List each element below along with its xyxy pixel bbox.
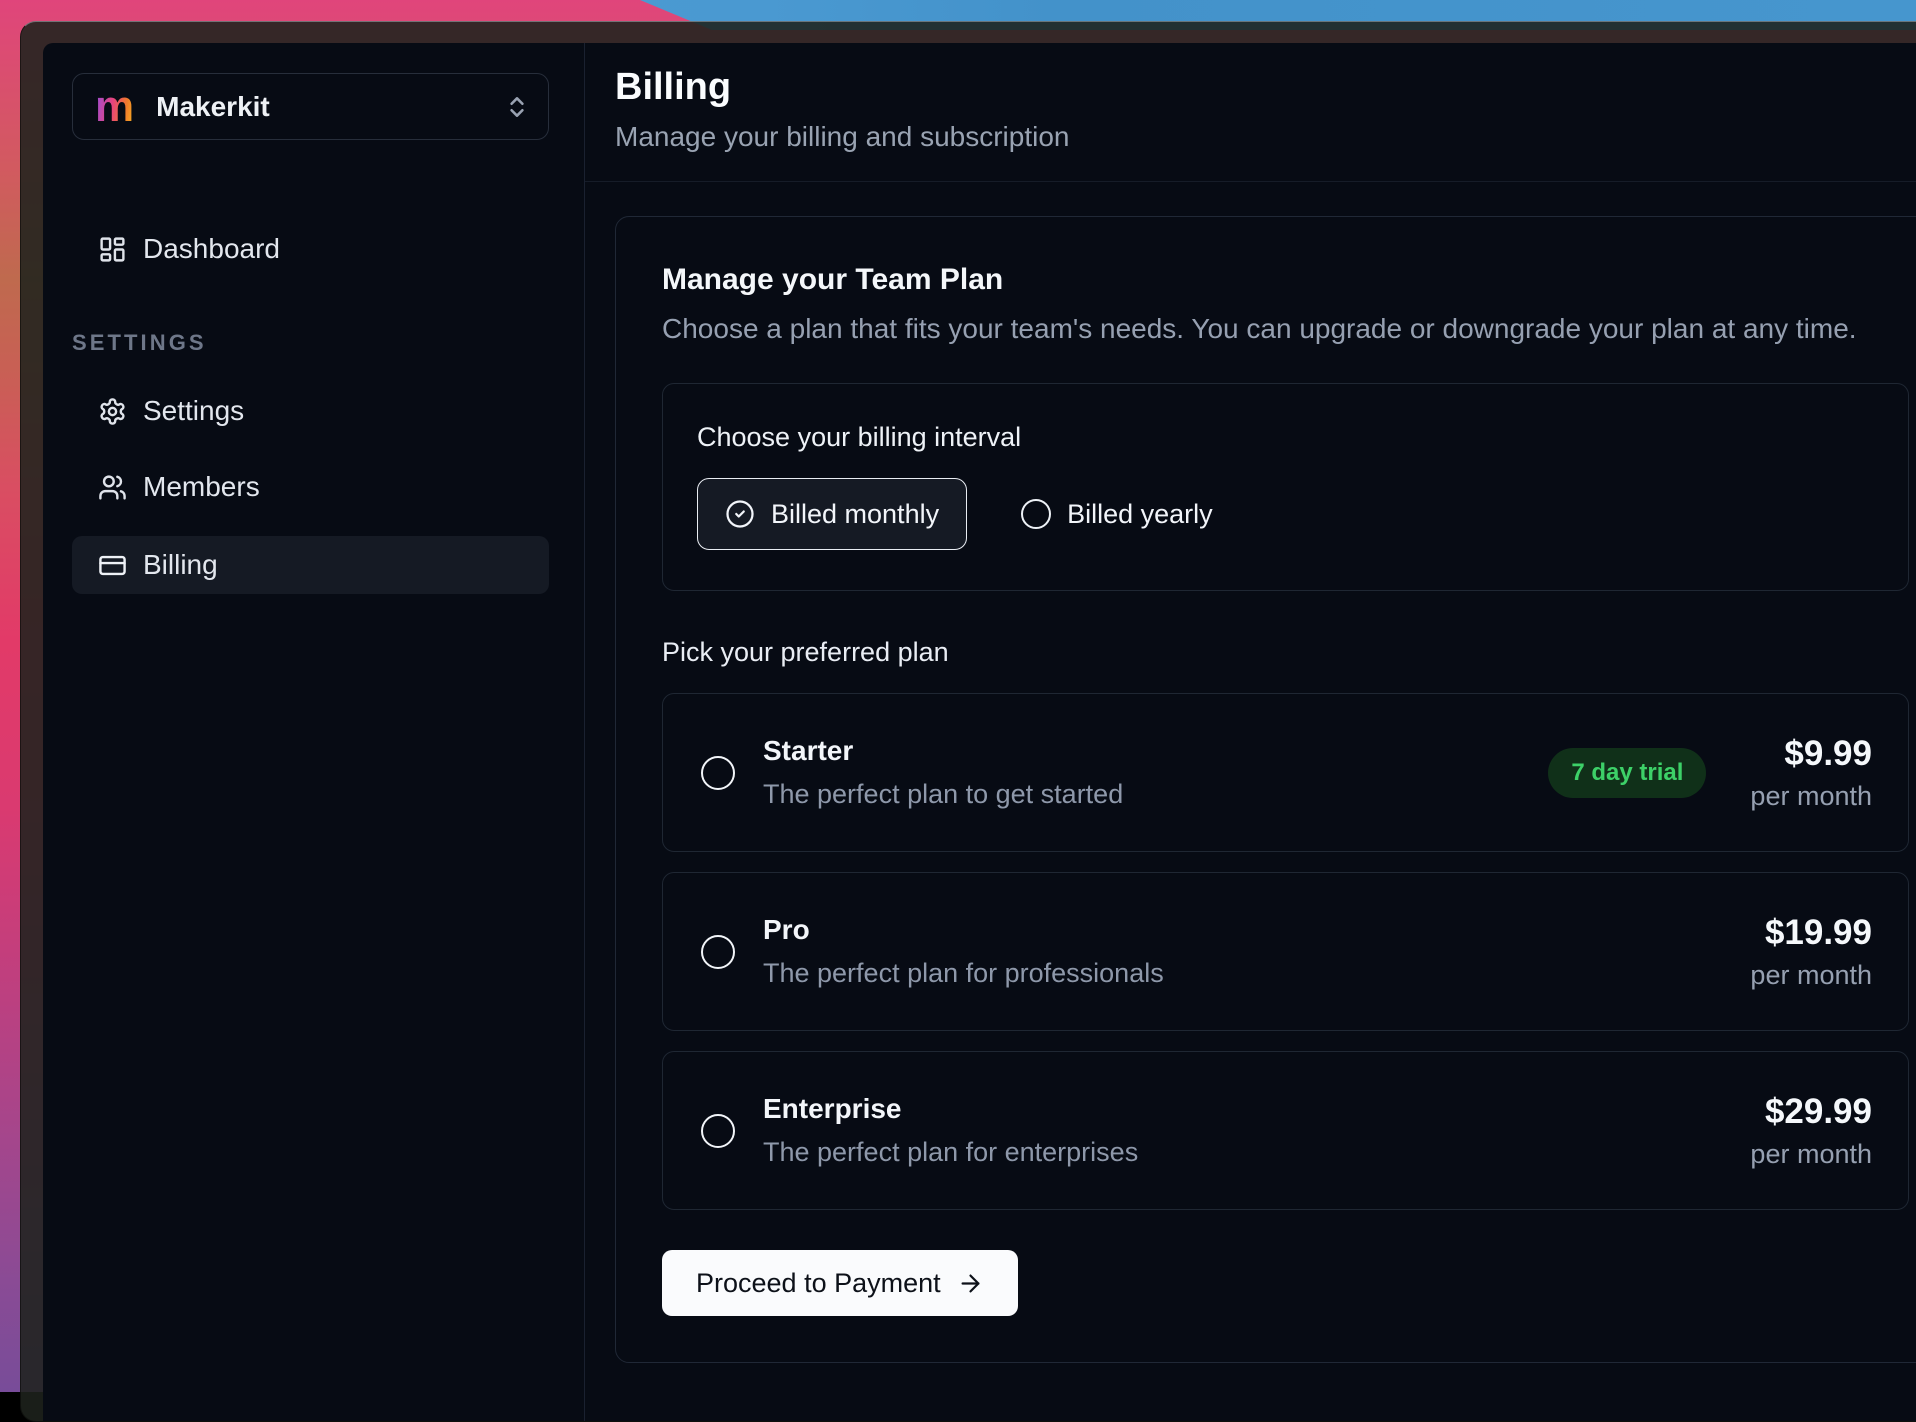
plan-pricing: 7 day trial $9.99 per month <box>1548 734 1872 812</box>
sidebar-item-label: Billing <box>143 549 218 581</box>
header-divider <box>585 181 1916 182</box>
page-title: Billing <box>615 63 1916 111</box>
price-block: $19.99 per month <box>1750 913 1872 991</box>
plan-info: Starter The perfect plan to get started <box>763 734 1123 811</box>
plans-list: Starter The perfect plan to get started … <box>662 693 1909 1210</box>
sidebar-item-settings[interactable]: Settings <box>72 384 549 438</box>
sidebar-item-dashboard[interactable]: Dashboard <box>72 222 549 276</box>
plan-period: per month <box>1750 1138 1872 1170</box>
sidebar-item-label: Members <box>143 471 260 503</box>
plan-price: $19.99 <box>1750 913 1872 953</box>
billed-monthly-label: Billed monthly <box>771 499 939 530</box>
card-title: Manage your Team Plan <box>662 261 1916 299</box>
gear-icon <box>98 397 127 426</box>
proceed-to-payment-button[interactable]: Proceed to Payment <box>662 1250 1018 1316</box>
plan-description: The perfect plan for enterprises <box>763 1135 1138 1169</box>
sidebar-section-settings: SETTINGS <box>72 330 549 356</box>
plan-pricing: $29.99 per month <box>1750 1092 1872 1170</box>
sidebar-item-label: Settings <box>143 395 244 427</box>
chevrons-up-down-icon <box>504 94 530 120</box>
billed-monthly-option[interactable]: Billed monthly <box>697 478 967 550</box>
price-block: $29.99 per month <box>1750 1092 1872 1170</box>
plan-name: Starter <box>763 734 1123 768</box>
plan-price: $9.99 <box>1750 734 1872 774</box>
sidebar: m Makerkit Dashboard SETTINGS <box>43 43 585 1421</box>
plan-period: per month <box>1750 780 1872 812</box>
circle-check-icon <box>725 499 755 529</box>
plan-row-starter[interactable]: Starter The perfect plan to get started … <box>662 693 1909 852</box>
billed-yearly-label: Billed yearly <box>1067 499 1213 530</box>
plan-period: per month <box>1750 959 1872 991</box>
users-icon <box>98 473 127 502</box>
plans-title: Pick your preferred plan <box>662 635 1916 669</box>
billing-interval-options: Billed monthly Billed yearly <box>697 478 1870 550</box>
app-content: m Makerkit Dashboard SETTINGS <box>43 43 1916 1421</box>
billing-interval-title: Choose your billing interval <box>697 420 1870 454</box>
plan-info: Enterprise The perfect plan for enterpri… <box>763 1092 1138 1169</box>
plan-price: $29.99 <box>1750 1092 1872 1132</box>
main-content: Billing Manage your billing and subscrip… <box>585 43 1916 1421</box>
radio-circle-icon[interactable] <box>701 1114 735 1148</box>
radio-circle-icon[interactable] <box>701 756 735 790</box>
plan-name: Pro <box>763 913 1164 947</box>
radio-circle-icon[interactable] <box>701 935 735 969</box>
app-window: m Makerkit Dashboard SETTINGS <box>20 21 1916 1422</box>
arrow-right-icon <box>957 1270 984 1297</box>
page-header: Billing Manage your billing and subscrip… <box>585 43 1916 155</box>
plan-description: The perfect plan to get started <box>763 777 1123 811</box>
dashboard-icon <box>98 235 127 264</box>
team-selector[interactable]: m Makerkit <box>72 73 549 140</box>
team-plan-card: Manage your Team Plan Choose a plan that… <box>615 216 1916 1363</box>
billed-yearly-option[interactable]: Billed yearly <box>1021 499 1213 530</box>
credit-card-icon <box>98 551 127 580</box>
plan-pricing: $19.99 per month <box>1750 913 1872 991</box>
billing-interval-box: Choose your billing interval Billed mont… <box>662 383 1909 591</box>
sidebar-item-label: Dashboard <box>143 233 280 265</box>
card-description: Choose a plan that fits your team's need… <box>662 311 1916 347</box>
plan-row-enterprise[interactable]: Enterprise The perfect plan for enterpri… <box>662 1051 1909 1210</box>
price-block: $9.99 per month <box>1750 734 1872 812</box>
makerkit-logo-icon: m <box>95 85 134 129</box>
plan-description: The perfect plan for professionals <box>763 956 1164 990</box>
plan-row-pro[interactable]: Pro The perfect plan for professionals $… <box>662 872 1909 1031</box>
page-subtitle: Manage your billing and subscription <box>615 119 1916 155</box>
team-name: Makerkit <box>156 91 270 123</box>
plan-name: Enterprise <box>763 1092 1138 1126</box>
cta-label: Proceed to Payment <box>696 1268 941 1299</box>
plan-info: Pro The perfect plan for professionals <box>763 913 1164 990</box>
radio-circle-icon <box>1021 499 1051 529</box>
sidebar-item-billing[interactable]: Billing <box>72 536 549 594</box>
sidebar-item-members[interactable]: Members <box>72 460 549 514</box>
trial-badge: 7 day trial <box>1548 748 1706 798</box>
